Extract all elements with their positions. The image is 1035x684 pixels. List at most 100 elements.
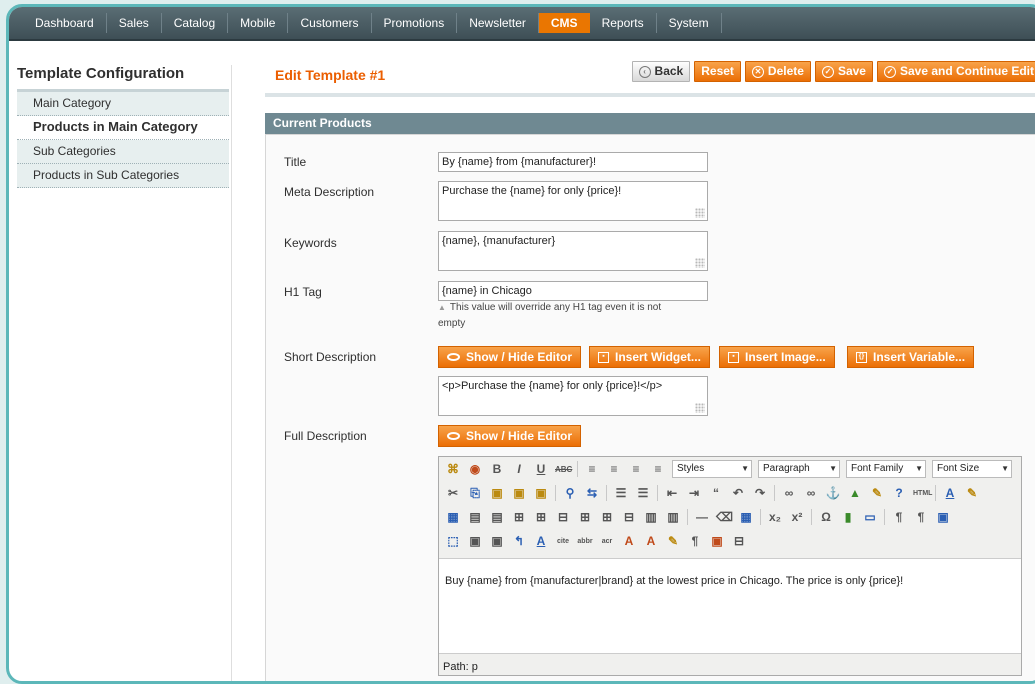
sidebar-item-sub-categories[interactable]: Sub Categories: [17, 140, 229, 164]
numbered-list-icon[interactable]: ☰: [635, 486, 651, 500]
wysiwyg-editor[interactable]: ⌘ ◉ B I U ABC ≡ ≡ ≡ ≡ Styles ▼ Paragraph ▼…: [438, 456, 1022, 676]
align-justify-icon[interactable]: ≡: [650, 462, 666, 476]
image-icon[interactable]: ▲: [847, 486, 863, 500]
cleanup-icon[interactable]: ✎: [869, 486, 885, 500]
move-forward-icon[interactable]: ▣: [467, 534, 483, 548]
help-icon[interactable]: ?: [891, 486, 907, 500]
split-cells-icon[interactable]: ▥: [643, 510, 659, 524]
delete-button[interactable]: ✕ Delete: [744, 61, 811, 82]
resize-grip-icon[interactable]: [695, 403, 705, 413]
unlink-icon[interactable]: ∞: [803, 486, 819, 500]
pagebreak-icon[interactable]: ⊟: [731, 534, 747, 548]
visual-chars-icon[interactable]: ¶: [687, 534, 703, 548]
horizontal-rule-icon[interactable]: —: [694, 510, 710, 524]
nav-catalog[interactable]: Catalog: [162, 13, 229, 33]
nonbreaking-icon[interactable]: ▣: [709, 534, 725, 548]
meta-description-textarea[interactable]: Purchase the {name} for only {price}!: [438, 181, 708, 221]
paste-word-icon[interactable]: ▣: [533, 486, 549, 500]
insert-widget-button[interactable]: ▪ Insert Widget...: [589, 346, 710, 368]
image-insert-icon[interactable]: ◉: [467, 462, 483, 476]
background-color-icon[interactable]: ✎: [964, 486, 980, 500]
delete-row-icon[interactable]: ⊟: [555, 510, 571, 524]
link-icon[interactable]: ∞: [781, 486, 797, 500]
abbr-icon[interactable]: abbr: [577, 538, 593, 545]
sidebar-item-main-category[interactable]: Main Category: [17, 92, 229, 116]
indent-icon[interactable]: ⇥: [686, 486, 702, 500]
nav-sales[interactable]: Sales: [107, 13, 162, 33]
superscript-icon[interactable]: x²: [789, 510, 805, 524]
table-icon[interactable]: ▦: [445, 510, 461, 524]
align-right-icon[interactable]: ≡: [628, 462, 644, 476]
insert-variable-button[interactable]: {} Insert Variable...: [847, 346, 975, 368]
keywords-textarea[interactable]: {name}, {manufacturer}: [438, 231, 708, 271]
subscript-icon[interactable]: x₂: [767, 510, 783, 524]
short-show-hide-editor-button[interactable]: Show / Hide Editor: [438, 346, 582, 368]
cell-props-icon[interactable]: ▤: [489, 510, 505, 524]
font-family-select[interactable]: Font Family ▼: [846, 460, 926, 478]
acronym-icon[interactable]: acr: [599, 538, 615, 545]
copy-icon[interactable]: ⎘: [467, 486, 483, 501]
bullet-list-icon[interactable]: ☰: [613, 486, 629, 500]
align-center-icon[interactable]: ≡: [606, 462, 622, 476]
blockquote-icon[interactable]: “: [708, 486, 724, 500]
save-and-continue-button[interactable]: ✓ Save and Continue Edit: [876, 61, 1035, 82]
font-size-select[interactable]: Font Size ▼: [932, 460, 1012, 478]
ins-icon[interactable]: A: [643, 534, 659, 548]
strikethrough-icon[interactable]: ABC: [555, 465, 572, 474]
h1-tag-input[interactable]: [438, 281, 708, 301]
insert-col-after-icon[interactable]: ⊞: [599, 510, 615, 524]
html-source-icon[interactable]: HTML: [913, 490, 932, 497]
text-color-icon[interactable]: A: [942, 486, 958, 500]
bold-icon[interactable]: B: [489, 462, 505, 476]
attribs-icon[interactable]: ✎: [665, 534, 681, 548]
redo-icon[interactable]: ↷: [752, 486, 768, 500]
remove-format-icon[interactable]: ⌫: [716, 510, 733, 524]
media-icon[interactable]: ▮: [840, 510, 856, 524]
short-description-textarea[interactable]: <p>Purchase the {name} for only {price}!…: [438, 376, 708, 416]
title-input[interactable]: [438, 152, 708, 172]
undo-icon[interactable]: ↶: [730, 486, 746, 500]
fullscreen-icon[interactable]: ▭: [862, 510, 878, 524]
insert-col-before-icon[interactable]: ⊞: [577, 510, 593, 524]
widget-insert-icon[interactable]: ⌘: [445, 462, 461, 476]
find-icon[interactable]: ⚲: [562, 486, 578, 500]
replace-icon[interactable]: ⇆: [584, 486, 600, 500]
resize-grip-icon[interactable]: [695, 208, 705, 218]
underline-icon[interactable]: U: [533, 462, 549, 476]
outdent-icon[interactable]: ⇤: [664, 486, 680, 500]
visual-aid-icon[interactable]: ▦: [738, 510, 754, 524]
format-select[interactable]: Paragraph ▼: [758, 460, 840, 478]
italic-icon[interactable]: I: [511, 462, 527, 476]
align-left-icon[interactable]: ≡: [584, 462, 600, 476]
back-button[interactable]: ‹ Back: [631, 61, 691, 82]
nav-dashboard[interactable]: Dashboard: [23, 13, 107, 33]
insert-row-before-icon[interactable]: ⊞: [511, 510, 527, 524]
insert-row-after-icon[interactable]: ⊞: [533, 510, 549, 524]
reset-button[interactable]: Reset: [694, 61, 741, 82]
paste-icon[interactable]: ▣: [489, 486, 505, 500]
move-backward-icon[interactable]: ▣: [489, 534, 505, 548]
anchor-icon[interactable]: ⚓: [825, 486, 841, 500]
sidebar-item-products-in-main-category[interactable]: Products in Main Category: [17, 116, 229, 140]
cut-icon[interactable]: ✂: [445, 486, 461, 500]
paste-text-icon[interactable]: ▣: [511, 486, 527, 500]
full-show-hide-editor-button[interactable]: Show / Hide Editor: [438, 425, 582, 447]
del-icon[interactable]: A: [621, 534, 637, 548]
layer-icon[interactable]: ▣: [935, 510, 951, 524]
resize-grip-icon[interactable]: [695, 258, 705, 268]
cite-icon[interactable]: cite: [555, 538, 571, 545]
row-props-icon[interactable]: ▤: [467, 510, 483, 524]
styles-select[interactable]: Styles ▼: [672, 460, 752, 478]
save-button[interactable]: ✓ Save: [814, 61, 873, 82]
sidebar-item-products-in-sub-categories[interactable]: Products in Sub Categories: [17, 164, 229, 188]
delete-col-icon[interactable]: ⊟: [621, 510, 637, 524]
styles-props-icon[interactable]: A: [533, 534, 549, 548]
merge-cells-icon[interactable]: ▥: [665, 510, 681, 524]
ltr-icon[interactable]: ¶: [891, 510, 907, 524]
insert-layer-icon[interactable]: ⬚: [445, 534, 461, 548]
editor-content-area[interactable]: Buy {name} from {manufacturer|brand} at …: [439, 558, 1021, 654]
absolute-icon[interactable]: ↰: [511, 534, 527, 548]
rtl-icon[interactable]: ¶: [913, 510, 929, 524]
special-char-icon[interactable]: Ω: [818, 510, 834, 524]
insert-image-button[interactable]: ▪ Insert Image...: [719, 346, 835, 368]
